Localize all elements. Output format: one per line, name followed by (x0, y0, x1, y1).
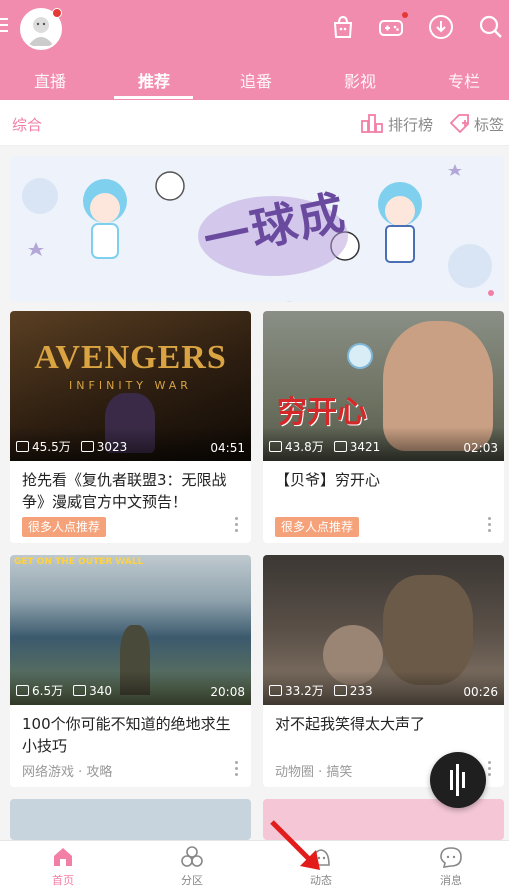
play-count-icon (269, 685, 282, 696)
dog-figure (383, 575, 473, 685)
video-duration: 00:26 (463, 685, 498, 699)
video-card[interactable] (10, 799, 251, 840)
download-icon[interactable] (428, 14, 454, 40)
more-options-icon[interactable] (235, 761, 239, 777)
top-bar (0, 0, 509, 56)
view-count: 43.8万 (285, 440, 324, 454)
video-duration: 04:51 (210, 441, 245, 455)
ranking-link[interactable]: 排行榜 (388, 114, 433, 135)
more-options-icon[interactable] (488, 761, 492, 777)
annotation-arrow-icon (270, 820, 320, 870)
danmaku-icon (333, 685, 347, 696)
active-tab-indicator (114, 96, 193, 99)
thumbnail-text: GET ON THE OUTER WALL (14, 557, 144, 567)
nav-messages[interactable]: 消息 (411, 845, 491, 888)
message-icon (439, 845, 463, 869)
bottom-navigation: 首页 分区 动态 消息 (0, 840, 509, 891)
nav-label: 动态 (310, 874, 332, 887)
video-duration: 20:08 (210, 685, 245, 699)
banner-page-dot[interactable] (488, 290, 494, 296)
video-stats: 33.2万 233 (269, 682, 373, 699)
game-notification-dot (402, 12, 408, 18)
tag-icon (448, 112, 472, 134)
emoji-sticker (347, 343, 373, 369)
tag-link[interactable]: 标签 (474, 114, 504, 135)
video-stats: 43.8万 3421 (269, 438, 380, 455)
recommend-badge: 很多人点推荐 (22, 517, 107, 537)
search-icon[interactable] (478, 14, 504, 40)
sub-header: 综合 排行榜 标签 (0, 100, 509, 146)
view-count: 45.5万 (32, 440, 71, 454)
danmaku-icon (333, 441, 347, 452)
ranking-icon (360, 112, 384, 134)
thumbnail-subtext: INFINITY WAR (69, 379, 192, 392)
nav-label: 分区 (181, 874, 203, 887)
video-thumbnail[interactable]: AVENGERS INFINITY WAR 45.5万 3023 04:51 (10, 311, 251, 461)
danmaku-count: 3421 (349, 439, 381, 454)
danmaku-icon (73, 685, 87, 696)
nav-home[interactable]: 首页 (23, 845, 103, 888)
notification-dot (52, 8, 62, 18)
promo-banner[interactable]: 一球成名 (10, 156, 504, 302)
video-card[interactable]: 穷开心 43.8万 3421 02:03 【贝爷】穷开心 很多人点推荐 (263, 311, 504, 543)
video-category[interactable]: 网络游戏 · 攻略 (22, 761, 112, 780)
tab-recommend[interactable]: 推荐 (114, 68, 194, 92)
tab-articles[interactable]: 专栏 (424, 68, 504, 92)
category-icon (180, 845, 204, 869)
section-title[interactable]: 综合 (12, 114, 42, 135)
nav-category[interactable]: 分区 (152, 845, 232, 888)
video-thumbnail[interactable]: GET ON THE OUTER WALL 6.5万 340 20:08 (10, 555, 251, 705)
recommend-badge: 很多人点推荐 (275, 517, 360, 537)
video-title[interactable]: 【贝爷】穷开心 (275, 469, 490, 491)
danmaku-count: 233 (349, 683, 373, 698)
play-count-icon (269, 441, 282, 452)
shop-bag-icon[interactable] (330, 14, 356, 40)
video-stats: 6.5万 340 (16, 682, 112, 699)
video-thumbnail[interactable]: 穷开心 43.8万 3421 02:03 (263, 311, 504, 461)
nav-label: 首页 (52, 874, 74, 887)
more-options-icon[interactable] (235, 517, 239, 533)
top-header: 直播 推荐 追番 影视 专栏 (0, 0, 509, 100)
video-stats: 45.5万 3023 (16, 438, 127, 455)
video-title[interactable]: 对不起我笑得太大声了 (275, 713, 490, 735)
play-count-icon (16, 685, 29, 696)
video-duration: 02:03 (463, 441, 498, 455)
video-card[interactable]: AVENGERS INFINITY WAR 45.5万 3023 04:51 抢… (10, 311, 251, 543)
video-title[interactable]: 100个你可能不知道的绝地求生小技巧 (22, 713, 237, 757)
danmaku-count: 340 (89, 683, 112, 698)
floating-audio-button[interactable] (430, 752, 486, 808)
tab-movies[interactable]: 影视 (320, 68, 400, 92)
video-thumbnail[interactable]: 33.2万 233 00:26 (263, 555, 504, 705)
view-count: 33.2万 (285, 684, 324, 698)
video-category[interactable]: 动物圈 · 搞笑 (275, 761, 352, 780)
thumbnail-text: AVENGERS (34, 339, 227, 376)
danmaku-icon (80, 441, 94, 452)
tab-anime[interactable]: 追番 (216, 68, 296, 92)
nav-label: 消息 (440, 874, 462, 887)
home-icon (51, 845, 75, 869)
game-controller-icon[interactable] (378, 14, 404, 40)
menu-icon[interactable] (0, 18, 8, 38)
video-title[interactable]: 抢先看《复仇者联盟3：无限战争》漫威官方中文预告！ (22, 469, 237, 513)
danmaku-count: 3023 (96, 439, 128, 454)
play-count-icon (16, 441, 29, 452)
tab-live[interactable]: 直播 (10, 68, 90, 92)
view-count: 6.5万 (32, 684, 64, 698)
thumbnail-text: 穷开心 (277, 395, 367, 430)
channel-tabs: 直播 推荐 追番 影视 专栏 (0, 56, 509, 100)
more-options-icon[interactable] (488, 517, 492, 533)
video-card[interactable]: GET ON THE OUTER WALL 6.5万 340 20:08 100… (10, 555, 251, 787)
